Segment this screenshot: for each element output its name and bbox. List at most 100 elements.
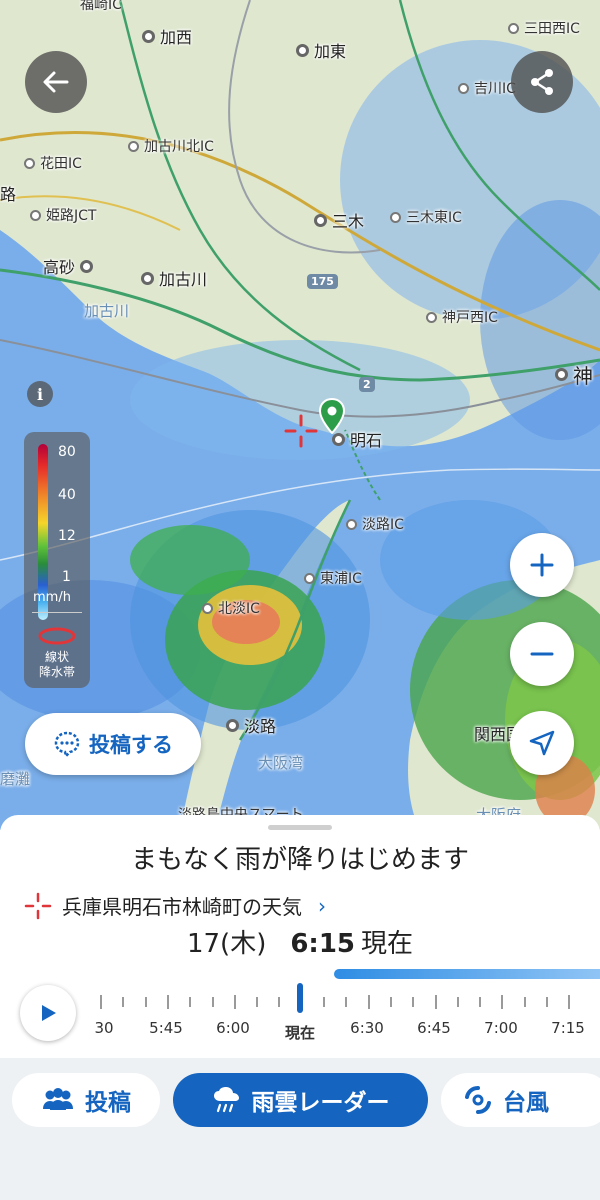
- timeline-label: 30: [94, 1019, 114, 1037]
- sheet-drag-handle[interactable]: [268, 825, 332, 830]
- time-label: 6:15: [290, 929, 356, 959]
- timeline-tick: [100, 995, 102, 1009]
- post-bubble-icon: [54, 731, 80, 758]
- timeline-label: 6:00: [216, 1019, 250, 1037]
- map-label-kobe-nishi-ic: 神戸西IC: [426, 307, 498, 327]
- timeline-tick: [211, 997, 214, 1007]
- plus-icon: [530, 553, 554, 577]
- zoom-out-button[interactable]: [510, 622, 574, 686]
- legend-band-label: 線状 降水帯: [38, 650, 75, 679]
- legend-unit: mm/h: [33, 590, 71, 605]
- map-label-hanada-ic: 花田IC: [24, 153, 82, 173]
- precipitation-legend: 80 40 12 1 mm/h 線状 降水帯: [24, 432, 90, 688]
- legend-tick: 40: [58, 487, 76, 503]
- timeline-tick: [256, 997, 259, 1007]
- my-location-button[interactable]: [510, 711, 574, 775]
- timeline-tick: [568, 995, 571, 1009]
- chevron-right-icon: ›: [318, 893, 326, 918]
- timeline-tick: [144, 997, 147, 1007]
- map-label-awaji-ic: 淡路IC: [346, 514, 404, 534]
- rain-cloud-icon: [213, 1087, 239, 1113]
- current-time-display: 17(木) 6:15 現在: [0, 923, 600, 960]
- map-label-miki-higashi-ic: 三木東IC: [390, 207, 462, 227]
- map-label-himeji-jct: 姫路JCT: [30, 205, 96, 225]
- timeline-label-now: 現在: [284, 1024, 316, 1042]
- timeline-tick: [389, 997, 392, 1007]
- timeline-tick: [278, 997, 281, 1007]
- timeline-tick: [233, 995, 236, 1009]
- timeline-tick: [189, 997, 192, 1007]
- map-label-harimanada: 磨灘: [0, 770, 31, 788]
- map-label-sanda-nishi-ic: 三田西IC: [508, 18, 580, 38]
- timeline-tick: [501, 995, 504, 1009]
- timeline-label: 7:00: [484, 1019, 518, 1037]
- map-label-takasago: 高砂: [43, 254, 94, 278]
- play-button[interactable]: [20, 985, 76, 1041]
- timeline-tick: [367, 995, 370, 1009]
- map-label-kakogawa-river: 加古川: [84, 302, 130, 320]
- arrow-left-icon: [43, 71, 69, 93]
- road-number-badge: 175: [307, 274, 338, 289]
- nav-radar-tab[interactable]: 雨雲レーダー: [173, 1073, 428, 1127]
- map-label-yokawa-ic: 吉川IC: [458, 78, 516, 98]
- nav-post-label: 投稿: [85, 1090, 131, 1116]
- rain-forecast-headline: まもなく雨が降りはじめます: [130, 845, 469, 875]
- map-label-osaka-bay: 大阪湾: [258, 754, 304, 772]
- minus-icon: [530, 652, 554, 656]
- timeline-tick: [546, 997, 548, 1007]
- date-label: 17(木): [186, 929, 267, 959]
- back-button[interactable]: [25, 51, 87, 113]
- nav-typhoon-tab[interactable]: 台風: [441, 1073, 600, 1127]
- navigation-arrow-icon: [529, 730, 555, 756]
- map-label-kakogawa: 加古川: [141, 266, 207, 290]
- timeline-tick: [323, 997, 325, 1007]
- share-button[interactable]: [511, 51, 573, 113]
- map-label-miki: 三木: [314, 208, 364, 232]
- timeline-tick: [412, 997, 415, 1007]
- timeline-tick: [122, 997, 125, 1007]
- post-button[interactable]: 投稿する: [25, 713, 201, 775]
- play-icon: [42, 1005, 56, 1021]
- info-icon[interactable]: i: [27, 381, 53, 407]
- map-label-ro: 路: [0, 185, 17, 204]
- linear-rainband-icon: [38, 627, 76, 645]
- nav-post-tab[interactable]: 投稿: [12, 1073, 160, 1127]
- map-label-kakogawa-kita-ic: 加古川北IC: [128, 136, 214, 156]
- map-label-kobe: 神: [555, 360, 593, 389]
- crosshair-icon: [284, 414, 318, 448]
- timeline-tick: [345, 997, 348, 1007]
- timeline-cursor[interactable]: [297, 983, 303, 1013]
- timeline-label: 6:30: [350, 1019, 384, 1037]
- location-pin-icon: [318, 398, 346, 434]
- legend-tick: 12: [58, 528, 76, 544]
- timeline-tick: [456, 997, 459, 1007]
- map-label-higashiura-ic: 東浦IC: [304, 568, 362, 588]
- map-label-fukusaki-ic: 福崎IC: [80, 0, 122, 13]
- location-name: 兵庫県明石市林崎町の天気: [62, 895, 302, 919]
- timeline-tick: [523, 997, 526, 1007]
- timeline-tick: [166, 995, 169, 1009]
- map-label-kasai: 加西: [142, 24, 192, 48]
- timeline-tick: [434, 995, 437, 1009]
- road-number-badge: 2: [359, 377, 375, 392]
- time-suffix: 現在: [361, 929, 414, 959]
- radar-map[interactable]: 福崎IC 加西 加東 三田西IC 吉川IC 加古川北IC 花田IC 姫路JCT …: [0, 0, 600, 830]
- location-link[interactable]: 兵庫県明石市林崎町の天気 ›: [24, 891, 326, 920]
- timeline-tick: [479, 997, 482, 1007]
- zoom-in-button[interactable]: [510, 533, 574, 597]
- post-button-label: 投稿する: [89, 733, 173, 757]
- map-label-awaji: 淡路: [226, 713, 276, 737]
- legend-tick: 80: [58, 444, 76, 460]
- legend-tick: 1: [62, 569, 71, 585]
- map-label-kato: 加東: [296, 38, 346, 62]
- typhoon-icon: [465, 1086, 491, 1114]
- forecast-range-bar: [334, 969, 600, 979]
- share-icon: [531, 69, 553, 95]
- crosshair-icon: [24, 892, 52, 919]
- bottom-nav: 投稿 雨雲レーダー 台風: [0, 1058, 600, 1200]
- timeline-label: 6:45: [417, 1019, 451, 1037]
- map-label-hokudan-ic: 北淡IC: [202, 598, 260, 618]
- timeline-label: 7:15: [551, 1019, 585, 1037]
- timeline-label: 5:45: [149, 1019, 183, 1037]
- users-icon: [43, 1088, 73, 1110]
